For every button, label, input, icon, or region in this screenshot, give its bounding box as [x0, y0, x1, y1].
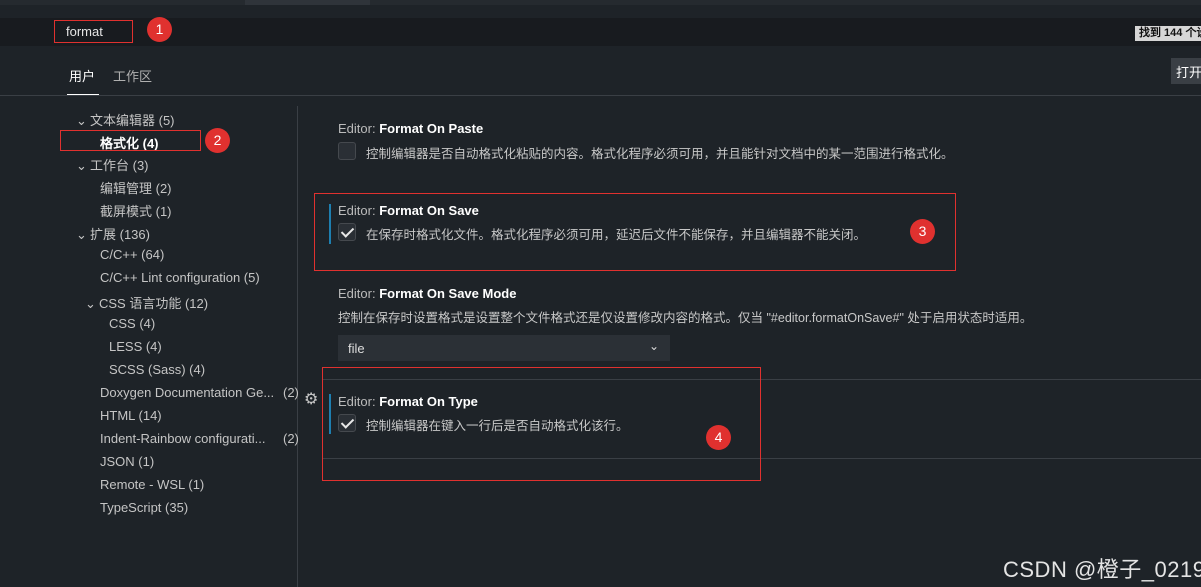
chevron-down-icon: ⌄: [76, 158, 87, 173]
setting-name: Format On Save Mode: [379, 286, 517, 301]
setting-name: Format On Paste: [379, 121, 484, 136]
open-settings-json-button[interactable]: 打开设置: [1171, 58, 1201, 84]
toc-item-label: 扩展 (136): [90, 227, 150, 242]
setting-title-format-on-save-mode: Editor: Format On Save Mode: [338, 286, 516, 301]
toc-item-label: Remote - WSL (1): [100, 477, 205, 492]
toc-item-label: SCSS (Sass) (4): [109, 362, 206, 377]
toc-item-label: JSON (1): [100, 454, 155, 469]
toc-item-label: Doxygen Documentation Ge...: [100, 385, 275, 400]
toc-item-typescript[interactable]: TypeScript (35): [100, 500, 188, 515]
annotation-badge: 1: [147, 17, 172, 42]
setting-title-format-on-paste: Editor: Format On Paste: [338, 121, 483, 136]
toc-item-count: (2): [283, 385, 299, 400]
annotation-badge: 4: [706, 425, 731, 450]
toc-item-count: (2): [283, 431, 299, 446]
annotation-box-search: [54, 20, 133, 43]
setting-category: Editor:: [338, 121, 380, 136]
toc-item-html[interactable]: HTML (14): [100, 408, 162, 423]
toc-item-label: 编辑管理 (2): [100, 181, 172, 196]
annotation-box-format-on-save: [314, 193, 956, 271]
settings-search-bar: [0, 18, 1201, 46]
toc-item-scss[interactable]: SCSS (Sass) (4): [109, 362, 205, 377]
toc-item-label: 工作台 (3): [90, 158, 149, 173]
toc-item-label: CSS 语言功能 (12): [99, 296, 209, 311]
annotation-box-format-on-type: [322, 367, 761, 481]
chevron-down-icon: ⌄: [76, 227, 87, 242]
format-on-paste-checkbox[interactable]: [338, 142, 356, 160]
chevron-down-icon: ⌄: [76, 113, 87, 128]
search-result-count: 找到 144 个设置: [1135, 26, 1201, 41]
toc-item-less[interactable]: LESS (4): [109, 339, 162, 354]
toc-item-cpp[interactable]: C/C++ (64): [100, 247, 164, 262]
toc-item-text-editor[interactable]: ⌄ 文本编辑器 (5): [76, 110, 175, 129]
toc-item-screencast-mode[interactable]: 截屏模式 (1): [100, 201, 172, 220]
annotation-badge: 3: [910, 219, 935, 244]
settings-scope-tabs: 用户 工作区: [0, 46, 1201, 96]
toc-item-label: CSS (4): [109, 316, 156, 331]
format-on-save-mode-select[interactable]: file ⌄: [338, 335, 670, 361]
toc-item-label: TypeScript (35): [100, 500, 189, 515]
setting-category: Editor:: [338, 286, 380, 301]
watermark: CSDN @橙子_0219: [1003, 557, 1201, 582]
gear-icon[interactable]: ⚙: [304, 389, 318, 408]
toc-item-label: 截屏模式 (1): [100, 204, 172, 219]
toc-item-editor-management[interactable]: 编辑管理 (2): [100, 178, 172, 197]
toc-item-extensions[interactable]: ⌄ 扩展 (136): [76, 224, 150, 243]
chevron-down-icon: ⌄: [85, 296, 96, 311]
toc-item-label: Indent-Rainbow configurati...: [100, 431, 266, 446]
settings-list: Editor: Format On Paste 控制编辑器是否自动格式化粘贴的内…: [300, 96, 1201, 587]
editor-tab-strip: [0, 0, 1201, 5]
tab-workspace[interactable]: 工作区: [113, 66, 152, 85]
toc-item-doxygen[interactable]: Doxygen Documentation Ge... (2): [100, 385, 299, 400]
toc-item-remote-wsl[interactable]: Remote - WSL (1): [100, 477, 204, 492]
toc-item-workbench[interactable]: ⌄ 工作台 (3): [76, 155, 149, 174]
settings-toc: ⌄ 文本编辑器 (5) 格式化 (4) ⌄ 工作台 (3) 编辑管理 (2) 截屏模…: [0, 106, 299, 587]
select-value: file: [348, 341, 365, 356]
toc-item-label: 文本编辑器 (5): [90, 113, 175, 128]
setting-description: 控制编辑器是否自动格式化粘贴的内容。格式化程序必须可用，并且能针对文档中的某一范…: [366, 147, 954, 161]
setting-description: 控制在保存时设置格式是设置整个文件格式还是仅设置修改内容的格式。仅当 "#edi…: [338, 311, 1033, 325]
chevron-down-icon: ⌄: [648, 339, 659, 353]
annotation-box-formatting: [60, 130, 201, 151]
toc-item-label: C/C++ Lint configuration (5): [100, 270, 260, 285]
toc-item-indent-rainbow[interactable]: Indent-Rainbow configurati... (2): [100, 431, 299, 446]
toc-item-json[interactable]: JSON (1): [100, 454, 154, 469]
toc-item-label: HTML (14): [100, 408, 162, 423]
toc-item-label: C/C++ (64): [100, 247, 165, 262]
active-editor-tab[interactable]: [245, 0, 370, 5]
toc-item-css[interactable]: CSS (4): [109, 316, 155, 331]
tab-user[interactable]: 用户: [66, 66, 100, 95]
toc-item-label: LESS (4): [109, 339, 162, 354]
toc-item-css-language[interactable]: ⌄ CSS 语言功能 (12): [85, 293, 208, 312]
toc-item-cpp-lint[interactable]: C/C++ Lint configuration (5): [100, 270, 260, 285]
annotation-badge: 2: [205, 128, 230, 153]
